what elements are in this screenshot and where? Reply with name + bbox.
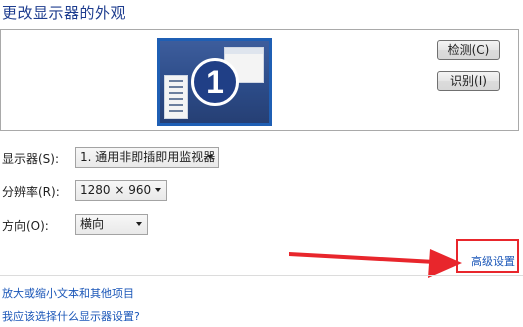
page-title: 更改显示器的外观 <box>2 4 127 22</box>
divider <box>0 275 523 276</box>
orientation-select[interactable]: 横向 <box>75 214 148 235</box>
monitor-1-thumbnail[interactable]: 1 <box>157 38 272 126</box>
monitor-number-badge: 1 <box>191 58 239 106</box>
advanced-settings-link[interactable]: 高级设置 <box>471 253 515 269</box>
annotation-arrow-shaft <box>289 252 435 264</box>
display-label: 显示器(S): <box>2 152 60 166</box>
orientation-select-value: 横向 <box>80 217 105 231</box>
display-select-value: 1. 通用非即插即用监视器 <box>80 150 216 164</box>
orientation-label: 方向(O): <box>2 219 49 233</box>
text-size-link[interactable]: 放大或缩小文本和其他项目 <box>2 285 134 301</box>
resolution-select-value: 1280 × 960 <box>80 183 152 197</box>
identify-button[interactable]: 识别(I) <box>437 71 500 91</box>
display-select[interactable]: 1. 通用非即插即用监视器 <box>75 147 219 168</box>
chevron-down-icon <box>207 155 213 159</box>
resolution-label: 分辨率(R): <box>2 185 60 199</box>
resolution-select[interactable]: 1280 × 960 <box>75 180 167 201</box>
detect-button[interactable]: 检测(C) <box>437 40 500 60</box>
chevron-down-icon <box>155 188 161 192</box>
document-thumbnail-icon <box>164 75 188 119</box>
display-settings-help-link[interactable]: 我应该选择什么显示器设置? <box>2 308 140 324</box>
chevron-down-icon <box>136 222 142 226</box>
